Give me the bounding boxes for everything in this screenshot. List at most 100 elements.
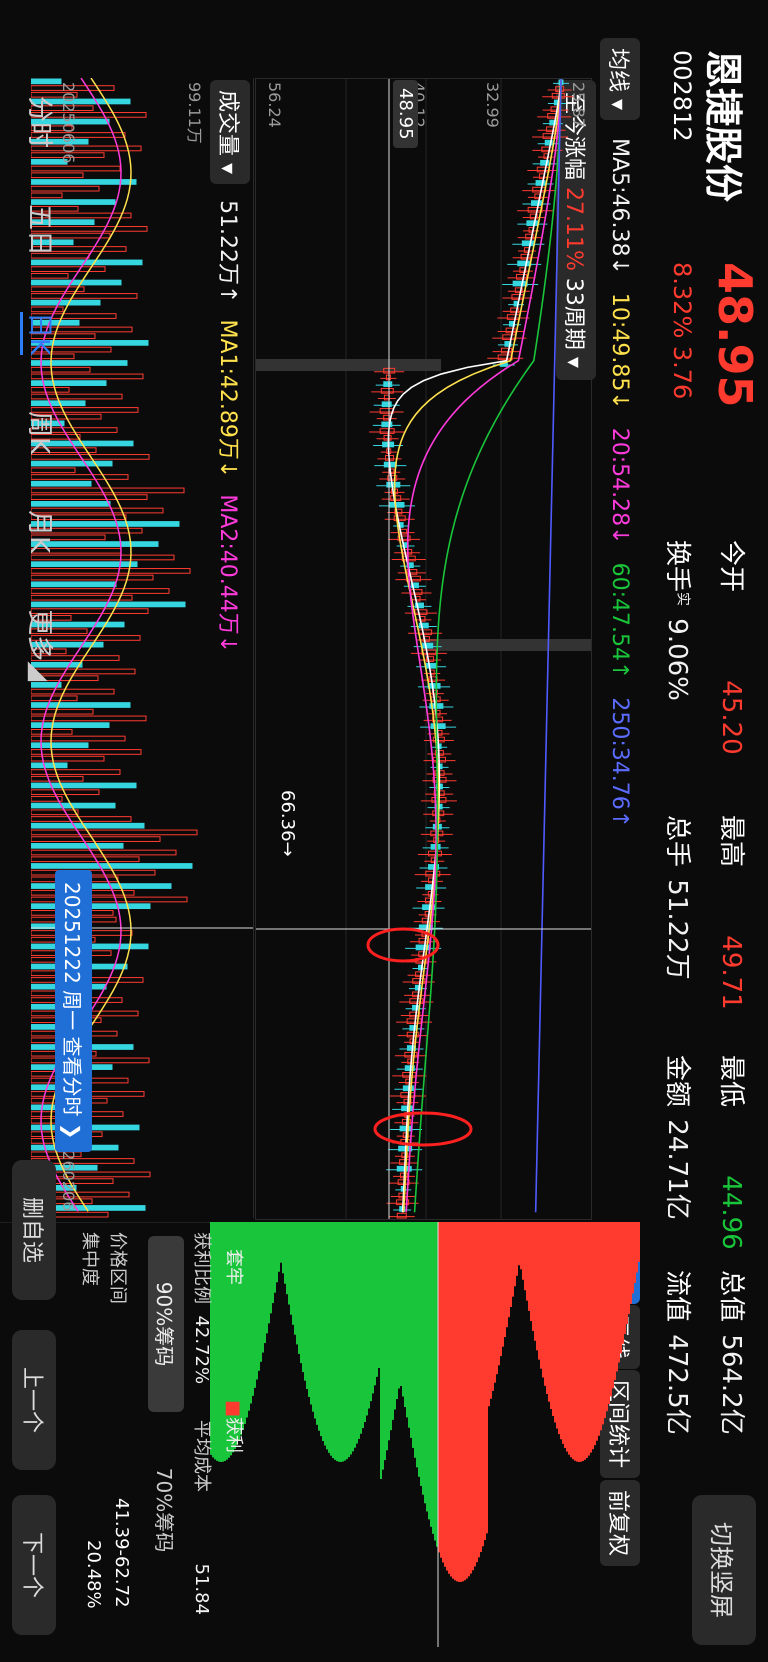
chip-bar (288, 1222, 290, 1305)
chip-bar (488, 1222, 490, 1407)
chip-bar (364, 1222, 366, 1423)
chip-bar (460, 1222, 462, 1582)
candle-body (379, 428, 395, 434)
chip-bar (298, 1222, 300, 1354)
chip-bar (384, 1222, 386, 1461)
chip-bar (274, 1222, 276, 1293)
chip-bar (528, 1222, 530, 1311)
price-change: 8.32% 3.76 (668, 262, 696, 399)
ma20-value: 20:54.28↓ (607, 427, 633, 545)
chip-bar (360, 1222, 362, 1434)
remove-watchlist-button[interactable]: 删自选 (12, 1160, 56, 1300)
chip-bar (248, 1222, 250, 1411)
chip-bar (448, 1222, 450, 1574)
period-high-label: 66.36→ (277, 790, 298, 857)
chip-bar (458, 1222, 460, 1582)
chip-bar (346, 1222, 348, 1460)
tab-more[interactable]: 更多◢ (20, 609, 60, 681)
stat-high: 最高 49.71 (716, 815, 746, 1010)
volume-bar (31, 856, 140, 863)
stock-code: 002812 (668, 50, 696, 142)
candle-body (521, 240, 535, 247)
chip-bar (286, 1222, 288, 1295)
chip-bar (540, 1222, 542, 1369)
tab-daily-k[interactable]: 日K (20, 312, 60, 356)
chip-bar (344, 1222, 346, 1461)
candle-body (383, 434, 392, 441)
chip-bar (610, 1222, 612, 1397)
chip-bar (374, 1222, 376, 1386)
period-tabs: 分时 五日 日K 周K 月K 更多◢ (20, 96, 60, 681)
chip-bar (368, 1222, 370, 1409)
chip-bar (276, 1222, 278, 1283)
chip-bar (548, 1222, 550, 1402)
chip-bar (570, 1222, 572, 1458)
chip-bar (634, 1222, 636, 1284)
chip-bar (442, 1222, 444, 1563)
stock-name: 恩捷股份 (701, 50, 745, 203)
chip-bar (408, 1222, 410, 1428)
chip-bar (474, 1222, 476, 1567)
tab-weekly-k[interactable]: 周K (20, 411, 60, 454)
chip-bar (362, 1222, 364, 1429)
chip-bar (562, 1222, 564, 1444)
chip-bar (598, 1222, 600, 1436)
chip-bar (484, 1222, 486, 1541)
tab-70-chips[interactable]: 70%筹码 (148, 1420, 184, 1600)
chip-bar (512, 1222, 514, 1297)
chip-bar (310, 1222, 312, 1405)
chip-bar (262, 1222, 264, 1353)
candle-body (385, 374, 391, 381)
profit-ratio: 获利比例 42.72% (191, 1232, 212, 1385)
chip-bar (418, 1222, 420, 1477)
chip-bar (258, 1222, 260, 1371)
chip-bar (628, 1222, 630, 1315)
chip-bar (526, 1222, 528, 1301)
volume-bar (31, 688, 115, 695)
chip-bar (328, 1222, 330, 1453)
switch-portrait-button[interactable]: 切换竖屏 (692, 1495, 756, 1645)
chip-bar (494, 1222, 496, 1383)
chip-bar (270, 1222, 272, 1314)
ma-selector[interactable]: 均线 ▾ (600, 38, 640, 121)
chip-bar (496, 1222, 498, 1375)
chip-bar (320, 1222, 322, 1437)
chip-bar (390, 1222, 392, 1431)
volume-bar (31, 742, 89, 749)
chip-bar (546, 1222, 548, 1394)
chip-bar (336, 1222, 338, 1462)
chip-bar (584, 1222, 586, 1460)
kline-chart[interactable] (255, 78, 592, 1220)
stat-amount: 金额 24.71亿 (662, 1055, 692, 1220)
volume-bar (31, 735, 126, 742)
volume-bar (31, 836, 161, 842)
chip-bar (568, 1222, 570, 1455)
tab-5day[interactable]: 五日 (20, 204, 60, 256)
date-tag[interactable]: 20251222 周一 查看分时 ❯ (55, 870, 92, 1152)
chip-bar (282, 1222, 284, 1274)
chip-bar (312, 1222, 314, 1412)
prev-stock-button[interactable]: 上一个 (12, 1330, 56, 1470)
tab-90-chips[interactable]: 90%筹码 (148, 1236, 184, 1412)
candle-body (430, 723, 446, 729)
chip-bar (386, 1222, 388, 1451)
chip-bar (608, 1222, 610, 1404)
next-stock-button[interactable]: 下一个 (12, 1495, 56, 1635)
cursor-price-tag: 48.95 (393, 80, 418, 148)
chip-bar (382, 1222, 384, 1470)
chip-bar (294, 1222, 296, 1335)
tab-intraday[interactable]: 分时 (20, 96, 60, 148)
candle-body (418, 951, 427, 957)
volume-max-label: 99.11万 (185, 82, 204, 144)
chip-bar (576, 1222, 578, 1462)
chip-bar (428, 1222, 430, 1520)
chip-bar (420, 1222, 422, 1486)
chip-bar (414, 1222, 416, 1458)
chip-bar (500, 1222, 502, 1357)
chip-bar (582, 1222, 584, 1462)
last-price: 48.95 (708, 262, 762, 408)
chip-bar (252, 1222, 254, 1396)
candle-body (502, 334, 517, 341)
chip-bar (632, 1222, 634, 1294)
tab-monthly-k[interactable]: 月K (20, 510, 60, 553)
